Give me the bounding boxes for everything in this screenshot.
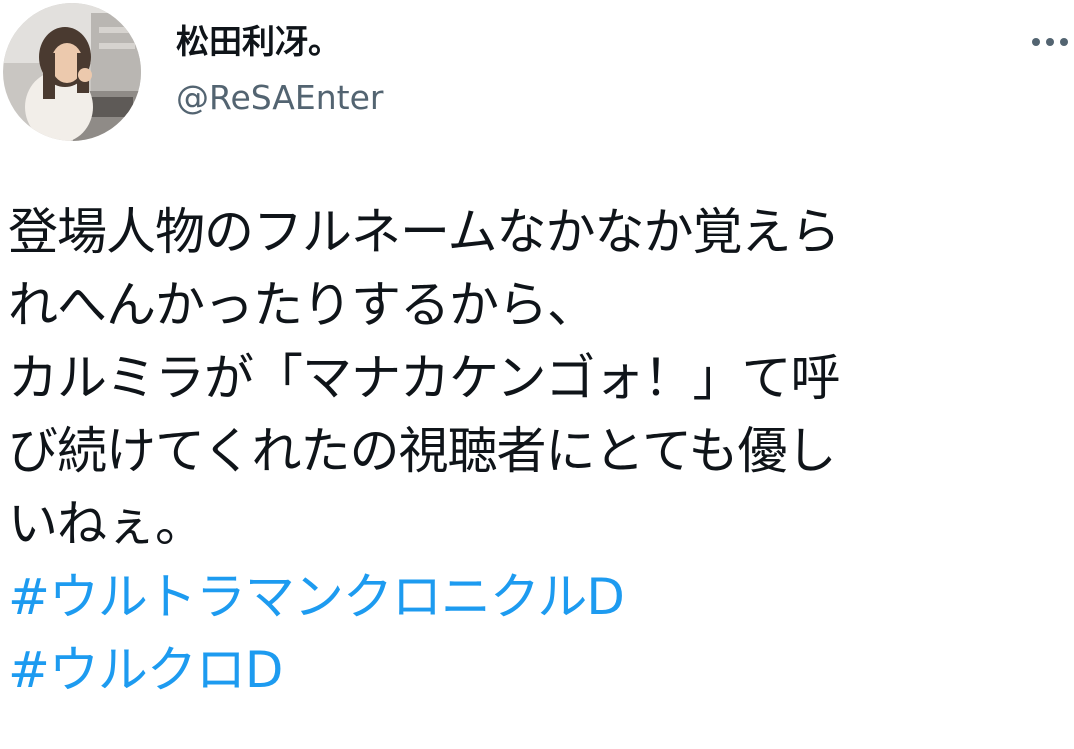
tweet-text-line: れへんかったりするから、	[8, 276, 597, 334]
tweet-text-line: 登場人物のフルネームなかなか覚えら	[8, 203, 841, 261]
more-options-button[interactable]	[1016, 22, 1072, 62]
tweet-text-line: び続けてくれたの視聴者にとても優し	[8, 422, 837, 480]
display-name[interactable]: 松田利冴。	[176, 20, 341, 64]
more-horizontal-icon	[1032, 38, 1040, 46]
tweet-text-line: いねぇ。	[8, 495, 205, 553]
user-handle[interactable]: @ReSAEnter	[176, 76, 383, 120]
more-horizontal-icon-dot	[1060, 38, 1068, 46]
avatar-photo	[3, 3, 141, 141]
hashtag-link[interactable]: #ウルトラマンクロニクルD	[8, 561, 1068, 634]
avatar[interactable]	[3, 3, 141, 141]
tweet-text-line: カルミラが「マナカケンゴォ！」て呼	[8, 349, 841, 407]
more-horizontal-icon-dot	[1046, 38, 1054, 46]
hashtag-link[interactable]: #ウルクロD	[8, 634, 1068, 707]
tweet-text: 登場人物のフルネームなかなか覚えら れへんかったりするから、 カルミラが「マナカ…	[8, 196, 1068, 707]
